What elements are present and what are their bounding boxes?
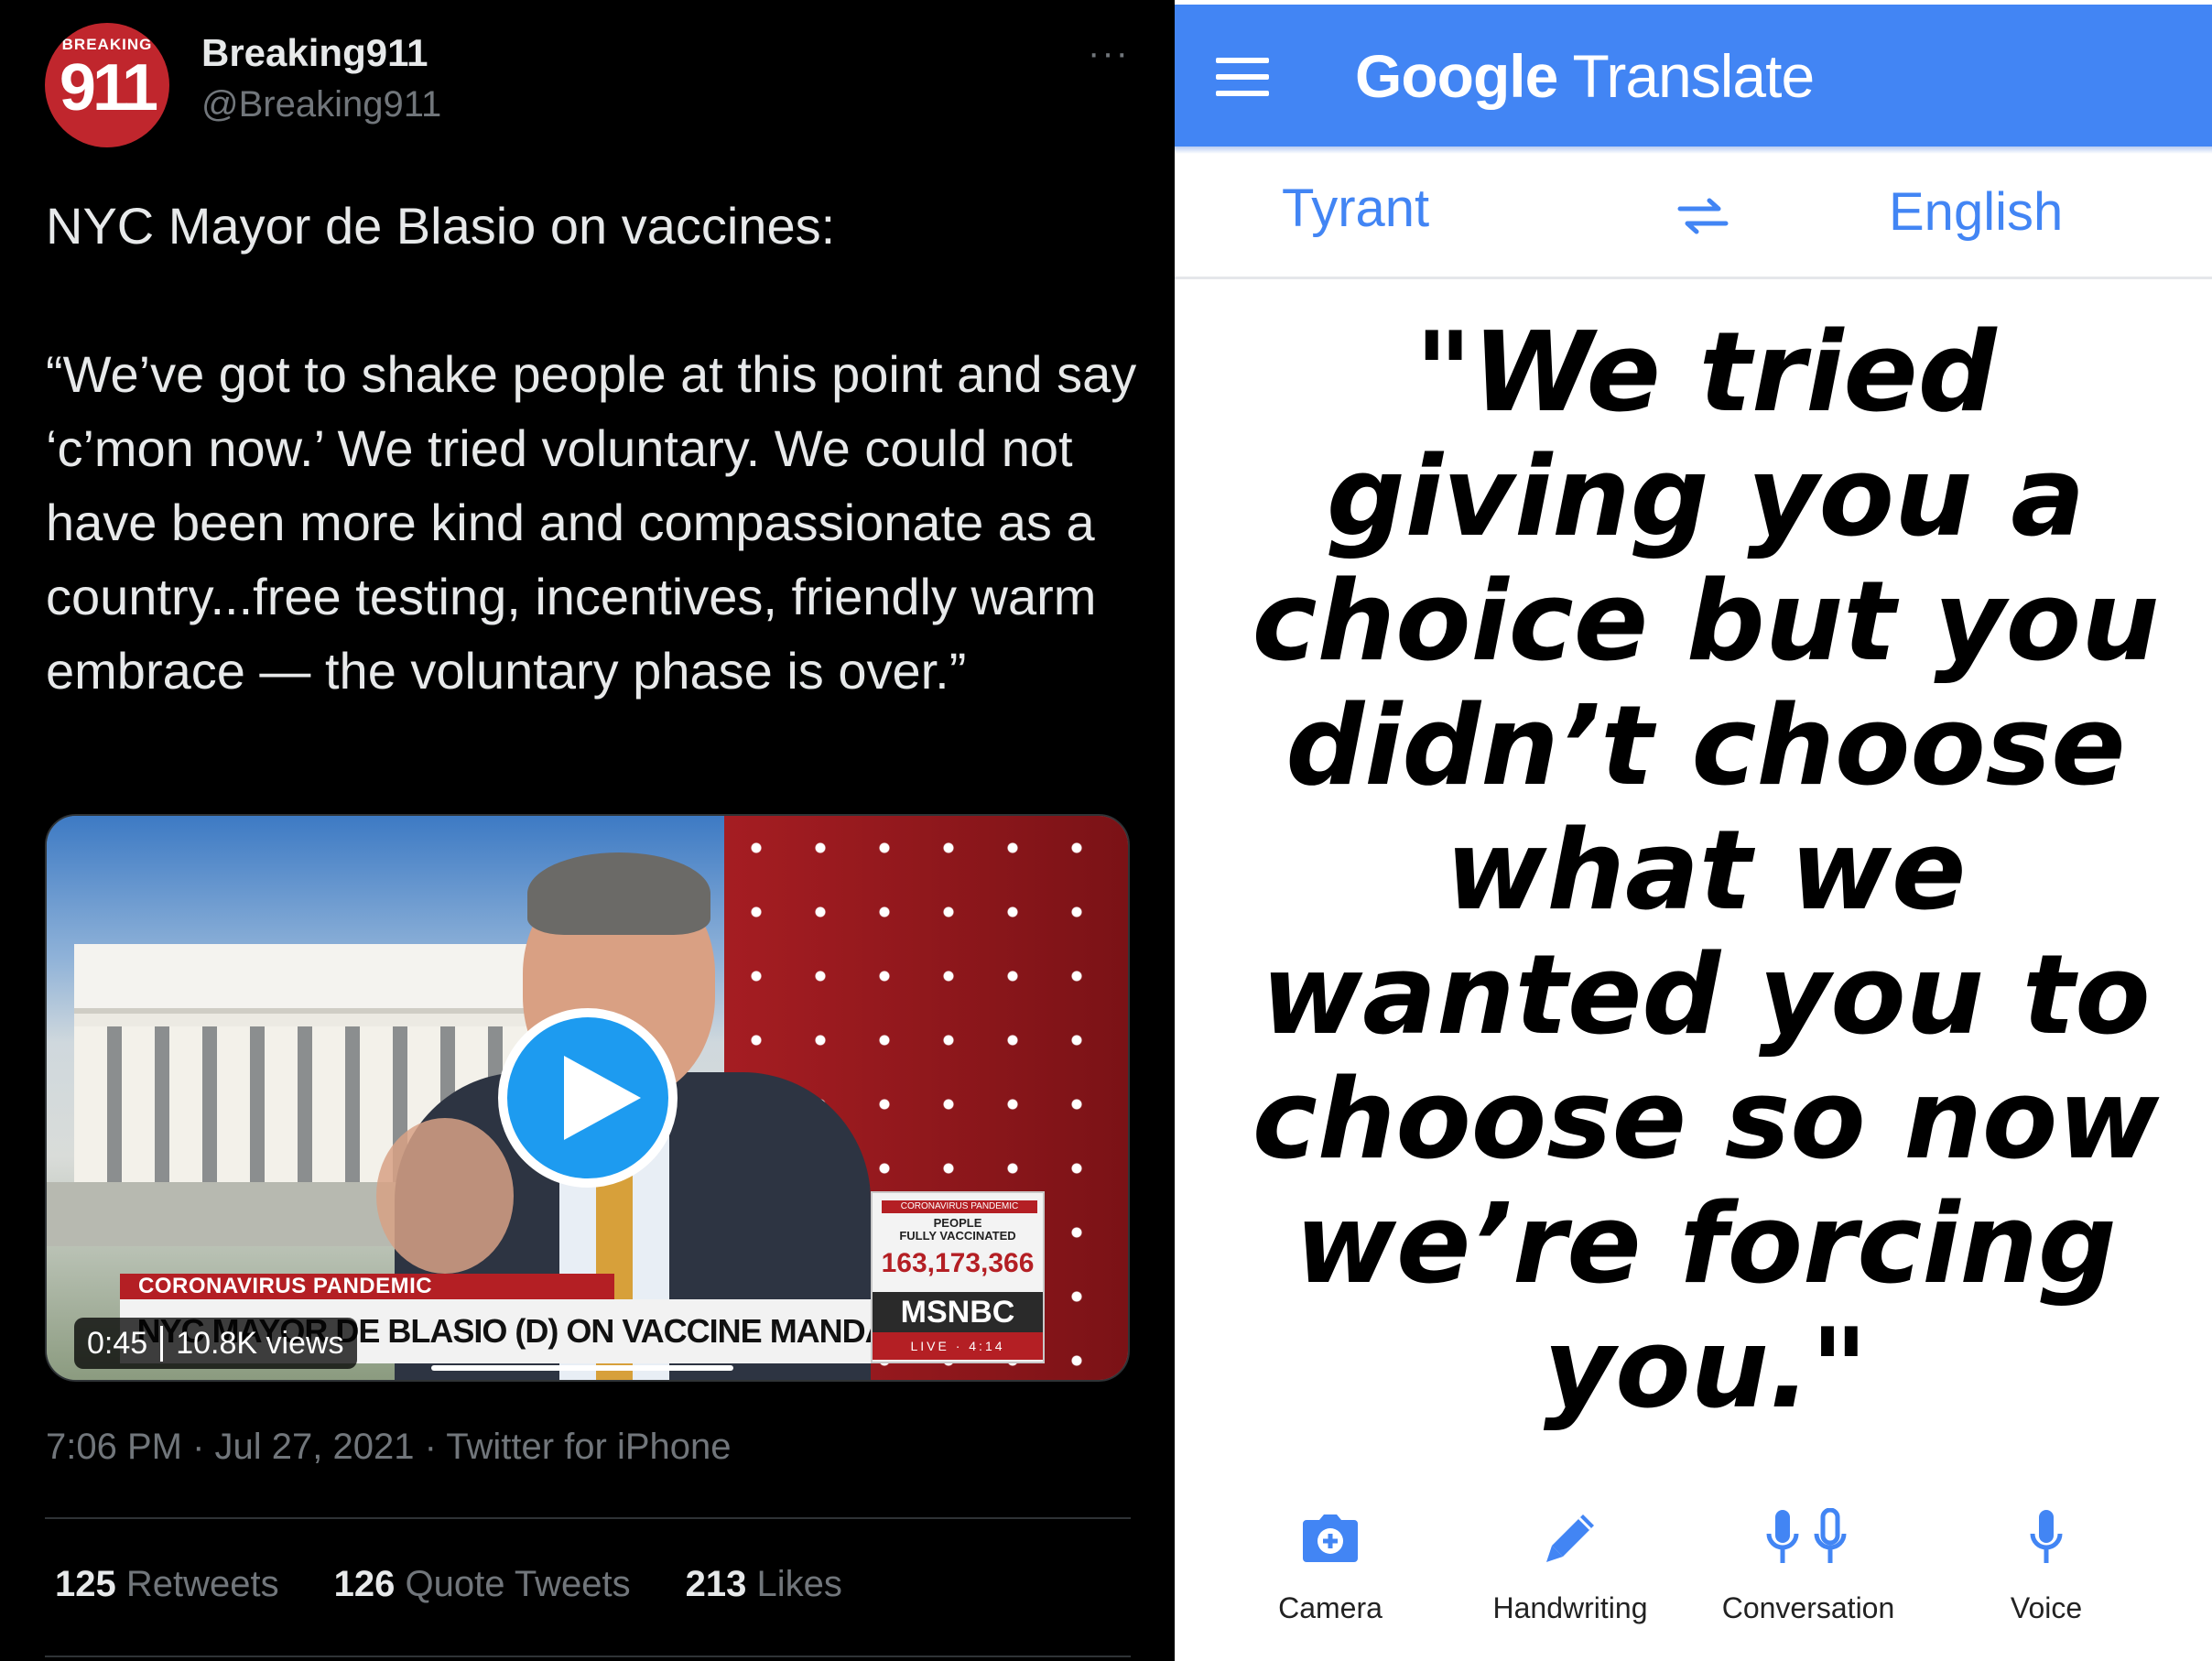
- lower-third-label: CORONAVIRUS PANDEMIC: [120, 1274, 614, 1299]
- retweets-stat[interactable]: 125 Retweets: [55, 1564, 279, 1605]
- display-name[interactable]: Breaking911: [201, 31, 428, 75]
- conversation-button[interactable]: Conversation: [1698, 1502, 1918, 1625]
- ticker-caption: CORONAVIRUS PANDEMIC: [882, 1200, 1037, 1213]
- user-handle[interactable]: @Breaking911: [201, 84, 441, 125]
- translate-panel: Google Translate Tyrant English "We trie…: [1175, 0, 2212, 1661]
- quote-tweets-stat[interactable]: 126 Quote Tweets: [334, 1564, 631, 1605]
- tweet-stats: 125 Retweets 126 Quote Tweets 213 Likes: [55, 1564, 842, 1605]
- app-title: Google Translate: [1355, 41, 1815, 111]
- network-logo: MSNBC: [873, 1292, 1043, 1332]
- camera-icon: [1303, 1514, 1358, 1562]
- header-shadow: [1175, 147, 2212, 154]
- avatar-number: 911: [59, 51, 158, 125]
- microphone-icon: [2030, 1510, 2063, 1563]
- target-language-button[interactable]: English: [1889, 181, 2063, 243]
- swap-languages-icon[interactable]: [1676, 198, 1729, 234]
- ticker-value: 163,173,366: [881, 1248, 1035, 1278]
- speaker-hands: [376, 1118, 514, 1274]
- play-button[interactable]: [498, 1008, 678, 1188]
- translation-output: "We tried giving you a choice but you di…: [1252, 309, 2160, 1433]
- vaccination-ticker: CORONAVIRUS PANDEMIC PEOPLE FULLY VACCIN…: [871, 1191, 1045, 1363]
- pen-icon: [1546, 1514, 1594, 1562]
- likes-stat[interactable]: 213 Likes: [686, 1564, 842, 1605]
- more-options-icon[interactable]: ···: [1088, 35, 1130, 71]
- video-player[interactable]: CORONAVIRUS PANDEMIC NYC MAYOR DE BLASIO…: [45, 814, 1130, 1382]
- video-duration: 0:45: [87, 1325, 164, 1362]
- play-icon: [564, 1056, 641, 1140]
- retweets-label: Retweets: [125, 1564, 279, 1604]
- camera-button[interactable]: Camera: [1220, 1502, 1440, 1625]
- input-tools: Camera Handwriting Conversation Voice: [1175, 1502, 2212, 1648]
- conversation-label: Conversation: [1721, 1591, 1895, 1624]
- ticker-label: PEOPLE FULLY VACCINATED: [899, 1216, 1016, 1243]
- quote-tweets-label: Quote Tweets: [405, 1564, 631, 1604]
- language-bar: Tyrant English: [1175, 154, 2212, 279]
- likes-label: Likes: [756, 1564, 842, 1604]
- video-views: 10.8K views: [176, 1325, 344, 1361]
- quote-tweets-count: 126: [333, 1564, 396, 1604]
- brand-translate: Translate: [1572, 42, 1815, 110]
- live-indicator: LIVE · 4:14: [873, 1332, 1043, 1360]
- tweet-timestamp[interactable]: 7:06 PM · Jul 27, 2021 · Twitter for iPh…: [46, 1427, 732, 1468]
- speaker-hair: [527, 852, 710, 935]
- source-language-button[interactable]: Tyrant: [1282, 178, 1429, 239]
- handwriting-button[interactable]: Handwriting: [1460, 1502, 1680, 1625]
- brand-google: Google: [1355, 42, 1558, 110]
- tweet-intro: NYC Mayor de Blasio on vaccines:: [46, 197, 836, 255]
- divider: [45, 1517, 1131, 1519]
- tweet-quote: “We’ve got to shake people at this point…: [46, 345, 1137, 700]
- video-stats: 0:45 10.8K views: [74, 1318, 357, 1369]
- menu-icon[interactable]: [1216, 58, 1269, 96]
- app-header: Google Translate: [1175, 5, 2212, 147]
- voice-button[interactable]: Voice: [1936, 1502, 2156, 1625]
- divider: [45, 1656, 1131, 1657]
- video-progress-bar[interactable]: [431, 1365, 733, 1371]
- likes-count: 213: [685, 1564, 747, 1604]
- handwriting-label: Handwriting: [1492, 1591, 1648, 1624]
- camera-label: Camera: [1278, 1591, 1382, 1624]
- tweet-panel: BREAKING 911 Breaking911 @Breaking911 ··…: [0, 0, 1175, 1661]
- voice-label: Voice: [2010, 1591, 2083, 1624]
- avatar[interactable]: BREAKING 911: [45, 23, 169, 147]
- conversation-icon: [1766, 1508, 1847, 1563]
- retweets-count: 125: [55, 1564, 116, 1604]
